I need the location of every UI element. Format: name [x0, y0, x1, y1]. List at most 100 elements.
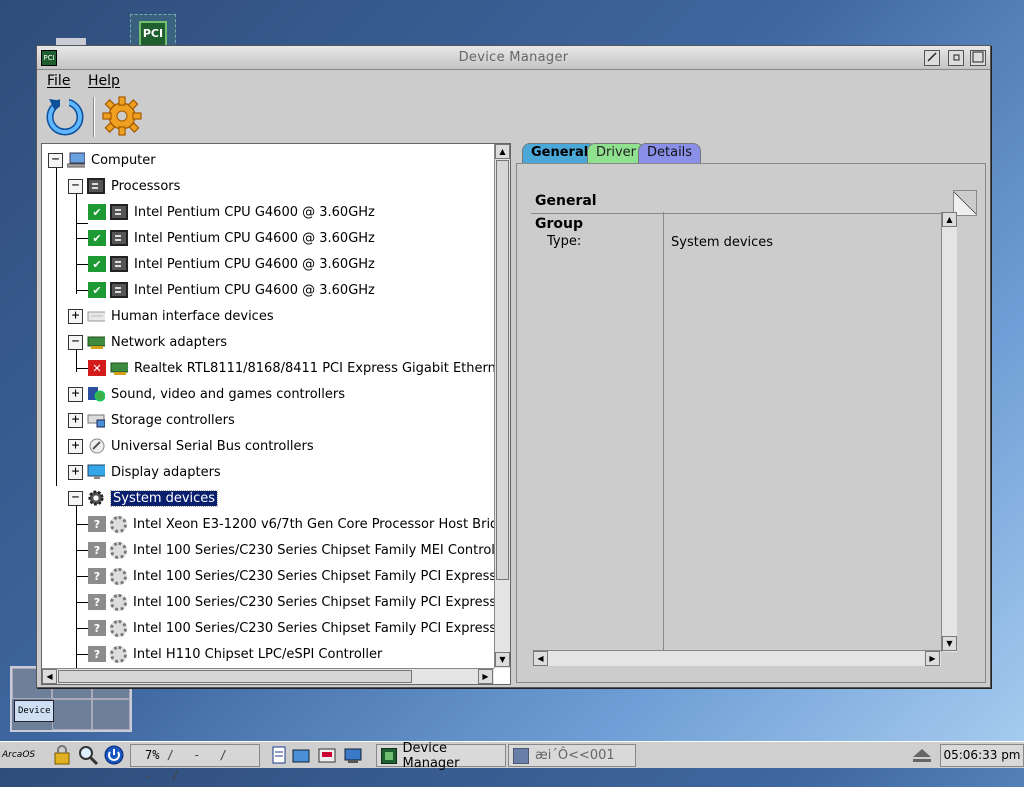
properties-button[interactable]: [101, 95, 145, 139]
tree-label: Network adapters: [111, 334, 228, 350]
hide-icon: [927, 52, 937, 62]
cpu-meter[interactable]: 7% / - / - /: [130, 744, 260, 783]
tree-item-cpu[interactable]: ✔ Intel Pentium CPU G4600 @ 3.60GHz: [76, 201, 375, 224]
tree-line: [76, 575, 88, 577]
collapse-icon[interactable]: −: [68, 178, 83, 194]
scroll-thumb[interactable]: [58, 670, 412, 683]
tree-item-realtek[interactable]: ✕ Realtek RTL8111/8168/8411 PCI Express …: [76, 357, 510, 379]
tree-item-system-device[interactable]: ? Intel 100 Series/C230 Series Chipset F…: [76, 617, 510, 639]
menu-help[interactable]: Help: [88, 73, 120, 89]
tree-line: [76, 289, 88, 291]
desktop-button[interactable]: [344, 744, 362, 767]
tree-item-cpu[interactable]: ✔ Intel Pentium CPU G4600 @ 3.60GHz: [76, 227, 375, 249]
device-gear-icon: [110, 515, 127, 533]
task-device-manager[interactable]: Device Manager: [376, 741, 506, 771]
shutdown-button[interactable]: [103, 744, 125, 767]
tab-details[interactable]: Details: [638, 143, 702, 163]
list-icon: [272, 746, 286, 764]
tree-item-system-device[interactable]: ? Intel 100 Series/C230 Series Chipset F…: [76, 565, 510, 587]
expand-icon[interactable]: +: [68, 412, 83, 428]
expand-icon[interactable]: +: [68, 386, 83, 402]
expand-icon[interactable]: +: [68, 464, 83, 480]
title-bar[interactable]: PCI Device Manager: [37, 46, 990, 70]
tree-line: [76, 549, 88, 551]
expand-icon[interactable]: +: [68, 438, 83, 454]
tree-item-network[interactable]: − Network adapters: [68, 331, 227, 353]
tree-item-computer[interactable]: − Computer: [48, 149, 156, 171]
tree-item-cpu[interactable]: ✔ Intel Pentium CPU G4600 @ 3.60GHz: [76, 279, 375, 301]
tab-general[interactable]: General: [522, 143, 598, 163]
status-ok-icon: ✔: [88, 230, 106, 246]
scroll-down-icon[interactable]: ▼: [942, 636, 957, 651]
scroll-right-icon[interactable]: ▶: [925, 651, 940, 666]
window-list-button[interactable]: [270, 744, 288, 767]
tree-label: Intel 100 Series/C230 Series Chipset Fam…: [133, 542, 511, 558]
device-gear-icon: [110, 541, 127, 559]
pci-app-icon: [381, 747, 397, 764]
tree-item-system-devices[interactable]: − System devices: [68, 487, 219, 509]
tree-item-processors[interactable]: − Processors: [68, 175, 180, 197]
hide-window-button[interactable]: [924, 50, 940, 66]
status-unknown-icon: ?: [88, 594, 106, 610]
lock-button[interactable]: [52, 744, 72, 767]
tree-label: Intel Pentium CPU G4600 @ 3.60GHz: [134, 204, 375, 220]
tree-item-system-device[interactable]: ? Intel H110 Chipset LPC/eSPI Controller: [76, 643, 382, 665]
tree-item-display[interactable]: + Display adapters: [68, 461, 221, 483]
pager-mini-window[interactable]: Device: [14, 700, 54, 722]
pager-cell[interactable]: [52, 699, 92, 730]
maximize-icon: [972, 51, 984, 63]
tree-item-sound[interactable]: + Sound, video and games controllers: [68, 383, 345, 405]
scroll-down-icon[interactable]: ▼: [495, 652, 510, 667]
tree-item-hid[interactable]: + Human interface devices: [68, 305, 274, 327]
taskbar: ArcaOS 7% / - / - / Device Manager æi´Ô<…: [0, 741, 1024, 783]
property-value: System devices: [671, 235, 774, 250]
tree-item-usb[interactable]: + Universal Serial Bus controllers: [68, 435, 314, 457]
tree-item-cpu[interactable]: ✔ Intel Pentium CPU G4600 @ 3.60GHz: [76, 253, 375, 275]
tree-item-system-device[interactable]: ? Intel 100 Series/C230 Series Chipset F…: [76, 539, 511, 561]
device-tree[interactable]: − Computer − Processors ✔ Intel Pentium …: [41, 143, 511, 685]
task-unnamed[interactable]: æi´Ô<<001: [508, 744, 636, 767]
scroll-thumb[interactable]: [496, 160, 509, 580]
properties-panel: General Driver Details General Group Typ…: [514, 139, 988, 685]
eject-button[interactable]: [908, 744, 936, 767]
props-horizontal-scrollbar[interactable]: ◀ ▶: [533, 650, 941, 666]
restore-window-button[interactable]: [948, 50, 964, 66]
tree-line: [56, 160, 57, 486]
tree-horizontal-scrollbar[interactable]: ◀ ▶: [42, 668, 494, 684]
tree-item-storage[interactable]: + Storage controllers: [68, 409, 235, 431]
power-icon: [104, 745, 124, 765]
expand-icon[interactable]: +: [68, 308, 83, 324]
taskbar-clock[interactable]: 05:06:33 pm: [940, 744, 1024, 767]
menu-file[interactable]: File: [47, 73, 70, 89]
scroll-up-icon[interactable]: ▲: [942, 212, 957, 227]
system-setup-button[interactable]: [318, 744, 336, 767]
tree-vertical-scrollbar[interactable]: ▲ ▼: [494, 144, 510, 668]
scroll-right-icon[interactable]: ▶: [478, 669, 493, 684]
scroll-up-icon[interactable]: ▲: [495, 144, 510, 159]
maximize-window-button[interactable]: [970, 50, 986, 66]
scroll-left-icon[interactable]: ◀: [533, 651, 548, 666]
tree-label: Universal Serial Bus controllers: [111, 438, 314, 454]
props-vertical-scrollbar[interactable]: ▲ ▼: [941, 212, 957, 652]
drives-button[interactable]: [292, 744, 310, 767]
collapse-icon[interactable]: −: [48, 152, 63, 168]
start-button[interactable]: ArcaOS: [2, 744, 46, 767]
refresh-button[interactable]: [45, 95, 89, 139]
section-title: General: [535, 193, 597, 209]
pager-cell[interactable]: [92, 699, 130, 730]
scroll-left-icon[interactable]: ◀: [42, 669, 57, 684]
tree-item-system-device[interactable]: ? Intel 100 Series/C230 Series Chipset F…: [76, 591, 510, 613]
search-button[interactable]: [77, 744, 99, 767]
collapse-icon[interactable]: −: [68, 334, 83, 350]
tree-line: [76, 237, 88, 239]
tree-item-system-device[interactable]: ? Intel Xeon E3-1200 v6/7th Gen Core Pro…: [76, 513, 510, 535]
system-gear-icon: [88, 490, 104, 506]
collapse-icon[interactable]: −: [68, 490, 83, 506]
tab-driver[interactable]: Driver: [587, 143, 646, 163]
device-gear-icon: [110, 593, 127, 611]
network-card-icon: [110, 362, 128, 375]
section-header: General: [531, 190, 977, 216]
tree-line: [76, 263, 88, 265]
desktop-pci-icon[interactable]: PCI: [130, 14, 176, 48]
column-divider[interactable]: [663, 212, 664, 652]
